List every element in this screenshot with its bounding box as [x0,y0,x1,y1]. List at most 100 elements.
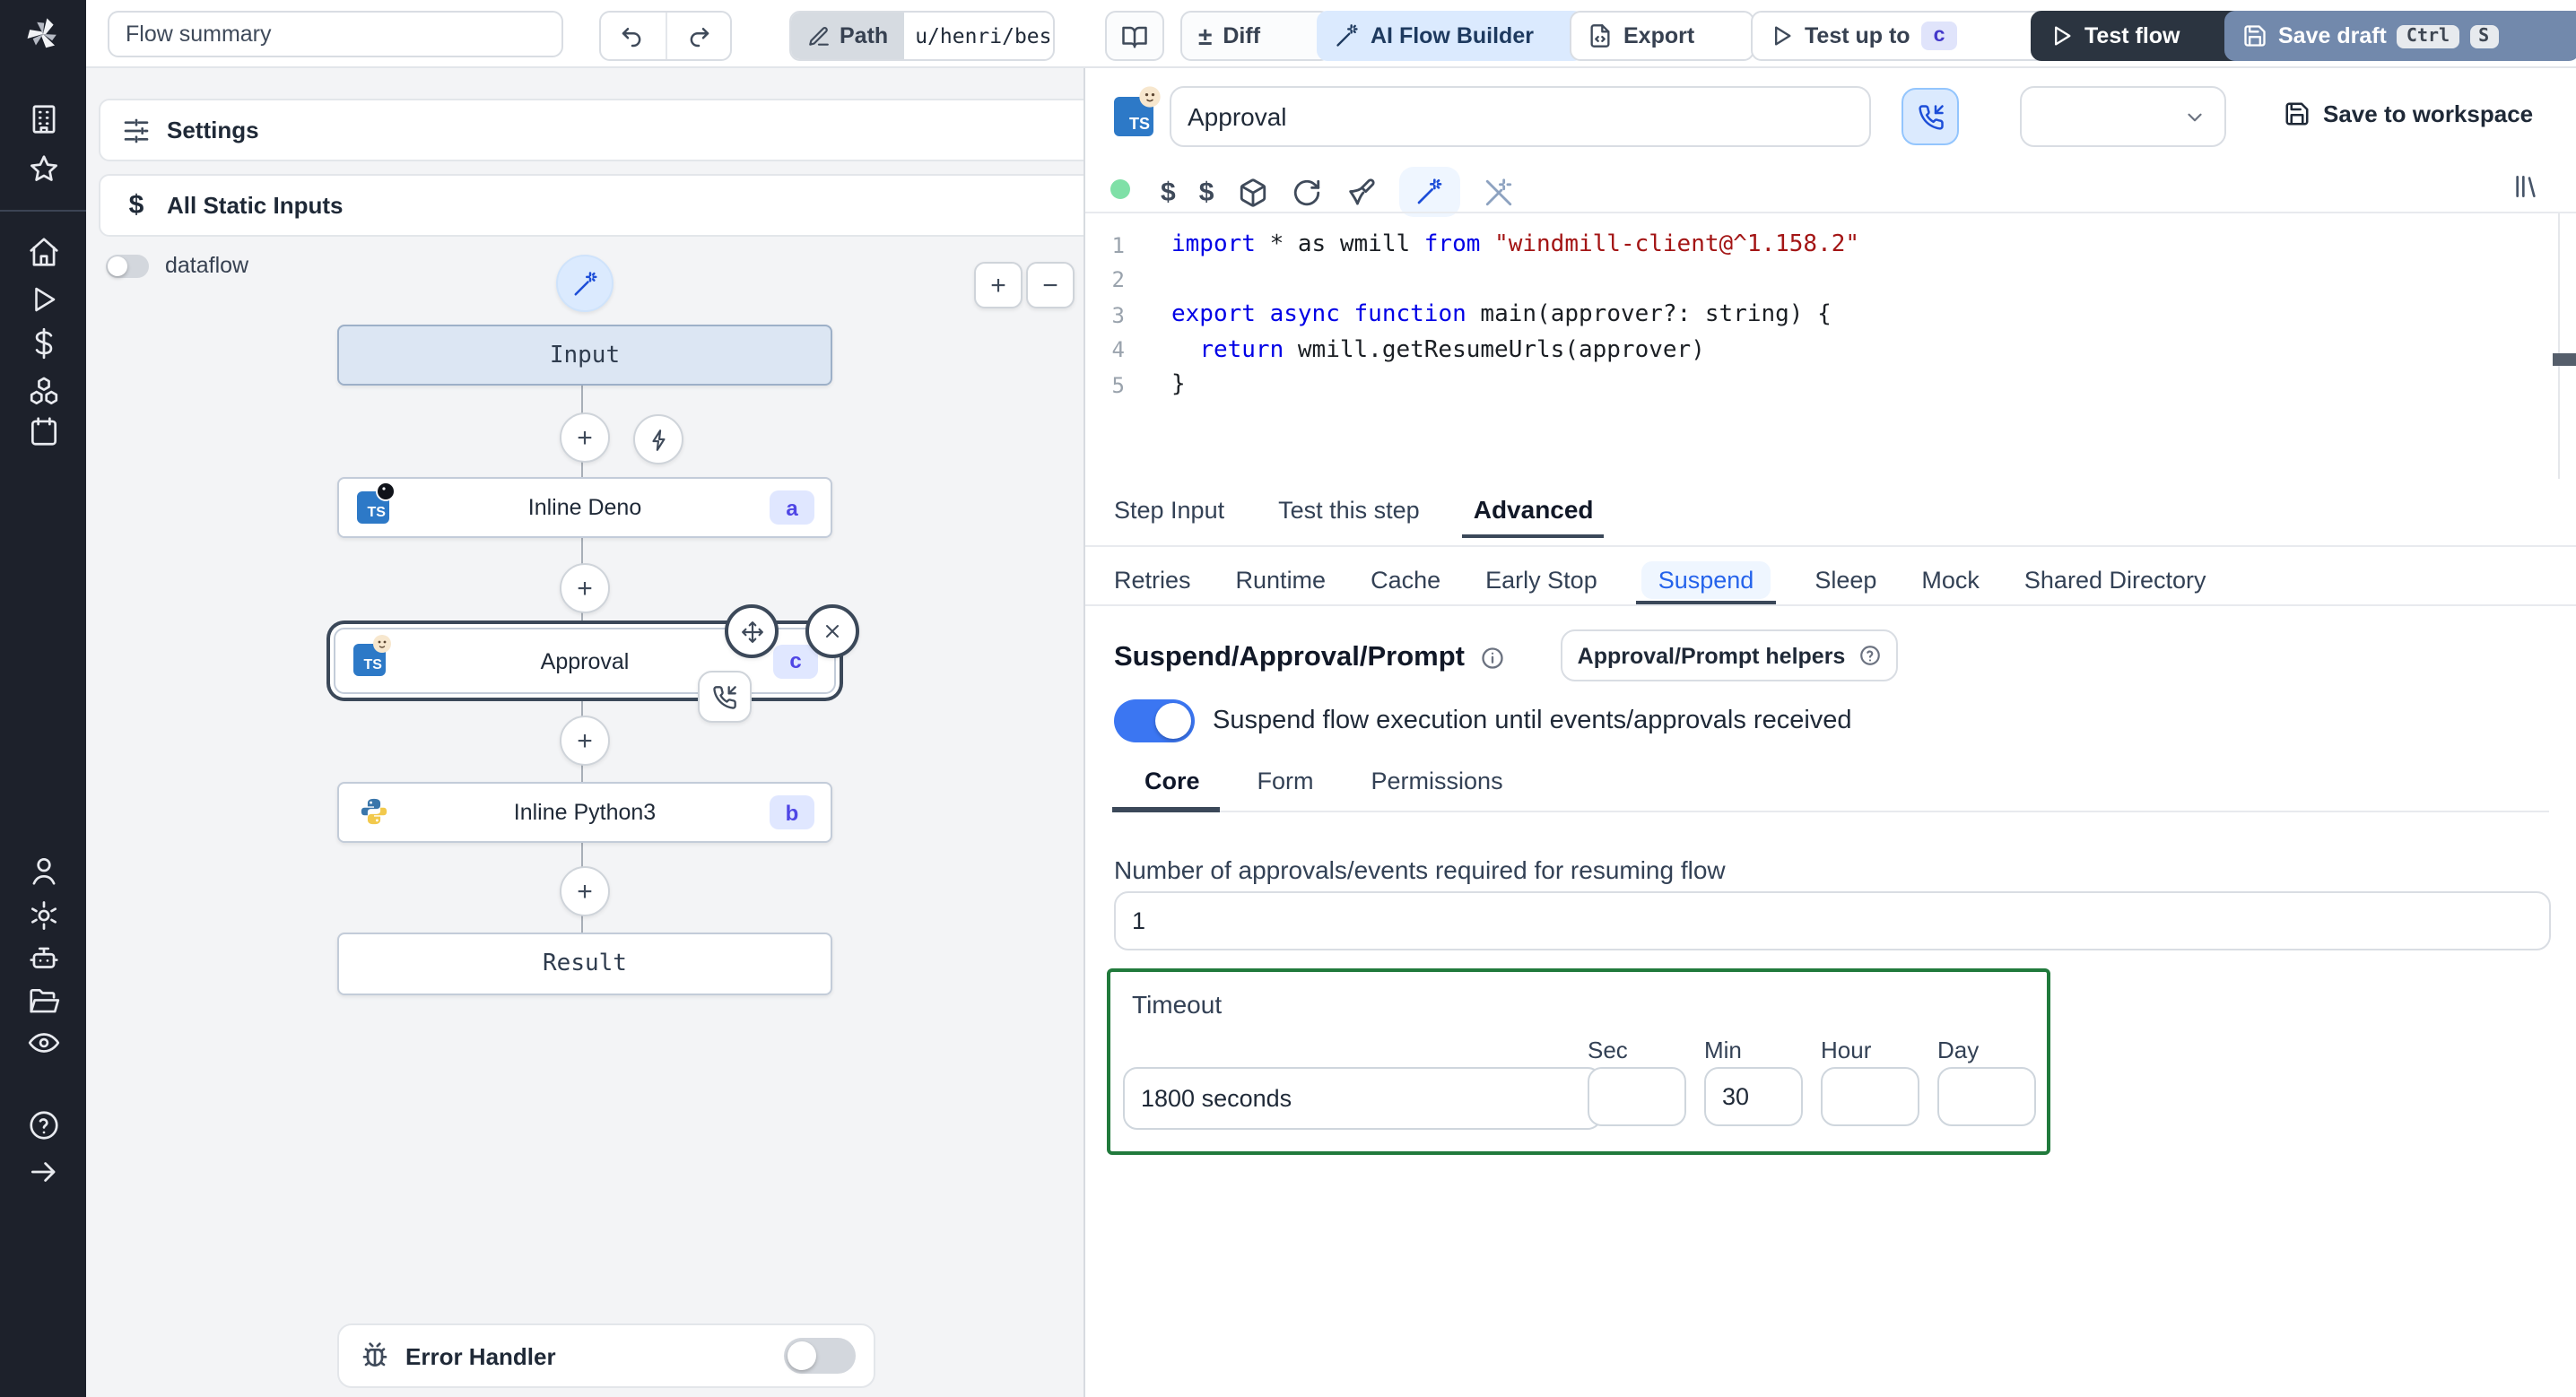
add-step-button-3[interactable]: + [560,716,610,766]
ai-disabled-wand-icon[interactable] [1483,177,1513,207]
path-button[interactable]: Path u/henri/bes [789,11,1055,61]
ai-flow-builder-button[interactable]: AI Flow Builder [1317,11,1584,61]
approval-phone-chip[interactable] [698,671,752,723]
dataflow-toggle[interactable] [106,255,149,278]
error-handler-row[interactable]: Error Handler [337,1323,875,1388]
suspend-tab-form[interactable]: Form [1258,768,1314,794]
timeout-hour-label: Hour [1821,1037,1872,1063]
editor-scrollbar-stub[interactable] [2553,353,2576,366]
reload-icon[interactable] [1291,177,1321,207]
variables-dollar-icon[interactable] [22,321,65,364]
advanced-subtabs: Retries Runtime Cache Early Stop Suspend Slee… [1114,556,2206,605]
timeout-day-input[interactable] [1937,1067,2036,1126]
add-step-button-2[interactable]: + [560,563,610,613]
code-line-1[interactable]: 1 import * as wmill from "windmill-client… [1085,228,2556,263]
format-brush-icon[interactable] [1345,177,1375,207]
workspace-icon[interactable] [22,97,65,140]
move-node-button[interactable] [725,604,779,658]
subtab-sleep[interactable]: Sleep [1815,566,1876,593]
runs-play-icon[interactable] [22,278,65,321]
wand-sparkles-icon [1417,178,1441,204]
expand-sidebar-arrow-icon[interactable] [22,1150,65,1193]
timeout-sec-label: Sec [1588,1037,1628,1063]
windmill-logo-icon[interactable] [22,13,65,56]
folders-icon[interactable] [22,979,65,1022]
add-step-button-1[interactable]: + [560,412,610,463]
approval-prompt-helpers-button[interactable]: Approval/Prompt helpers [1561,629,1898,681]
phone-incoming-icon [1918,104,1943,129]
suspend-inner-tabs: Core Form Permissions [1144,768,1503,794]
subtab-shared-directory[interactable]: Shared Directory [2024,566,2206,593]
subtab-early-stop[interactable]: Early Stop [1485,566,1597,593]
timeout-min-input[interactable] [1704,1067,1803,1126]
ai-assist-wand-button-active[interactable] [1398,167,1460,217]
suspend-face-icon [373,635,391,653]
delete-node-button[interactable] [805,604,859,658]
subtab-cache[interactable]: Cache [1371,566,1440,593]
tab-step-input[interactable]: Step Input [1114,496,1224,523]
library-icon[interactable] [2511,172,2540,201]
code-editor[interactable]: 1 import * as wmill from "windmill-client… [1085,228,2556,403]
timeout-min-label: Min [1704,1037,1742,1063]
test-up-to-button[interactable]: Test up to c [1751,11,2050,61]
home-icon[interactable] [22,230,65,273]
tab-advanced[interactable]: Advanced [1462,495,1605,538]
ai-step-wand-button[interactable] [556,255,614,312]
tab-test-this-step[interactable]: Test this step [1278,496,1420,523]
favorites-star-icon[interactable] [22,147,65,190]
error-handler-toggle[interactable] [784,1338,856,1374]
save-draft-button[interactable]: Save draft Ctrl S [2224,11,2576,61]
zoom-out-button[interactable]: − [1026,262,1075,308]
timeout-sec-input[interactable] [1588,1067,1686,1126]
flow-summary-input[interactable] [108,11,563,57]
approvals-count-input[interactable] [1114,891,2551,950]
resources-cubes-icon[interactable] [22,369,65,412]
docs-book-button[interactable] [1105,11,1164,61]
trigger-bolt-button[interactable] [633,414,683,464]
suspend-tab-permissions[interactable]: Permissions [1371,768,1503,794]
schedules-calendar-icon[interactable] [22,409,65,452]
info-icon[interactable] [1479,646,1504,671]
export-button[interactable]: Export [1570,11,1754,61]
help-icon[interactable] [22,1103,65,1146]
code-line-2[interactable]: 2 [1085,263,2556,298]
step-name-input[interactable] [1170,86,1871,147]
add-step-button-4[interactable]: + [560,866,610,916]
deploy-button-clipped[interactable] [2556,11,2576,57]
resource-picker-icon[interactable]: $ [1199,177,1214,207]
suspend-phone-button[interactable] [1902,88,1959,145]
undo-icon[interactable] [601,13,666,59]
code-line-5[interactable]: 5} [1085,368,2556,403]
code-line-4[interactable]: 4 return wmill.getResumeUrls(approver) [1085,333,2556,368]
sliders-icon [124,117,149,143]
users-icon[interactable] [22,848,65,891]
settings-gear-icon[interactable] [22,893,65,936]
path-label-segment: Path [791,13,905,59]
redo-icon[interactable] [666,13,730,59]
timeout-display-input[interactable] [1123,1067,1602,1130]
suspend-tab-core[interactable]: Core [1144,768,1200,794]
subtab-runtime[interactable]: Runtime [1236,566,1327,593]
flow-node-inline-python3[interactable]: Inline Python3 b [337,782,832,843]
flow-node-result[interactable]: Result [337,933,832,995]
test-flow-button[interactable]: Test flow [2031,11,2244,61]
timeout-hour-input[interactable] [1821,1067,1919,1126]
all-static-inputs-row[interactable]: $ All Static Inputs [99,174,1083,237]
workers-robot-icon[interactable] [22,936,65,979]
flow-settings-row[interactable]: Settings [99,99,1083,161]
variable-picker-icon[interactable]: $ [1161,177,1176,207]
code-line-3[interactable]: 3 export async function main(approver?: s… [1085,298,2556,333]
diff-button[interactable]: ± Diff [1180,11,1331,61]
subtab-mock[interactable]: Mock [1921,566,1980,593]
audit-eye-icon[interactable] [22,1020,65,1063]
package-icon[interactable] [1237,177,1267,207]
flow-node-input[interactable]: Input [337,325,832,386]
flow-node-inline-deno[interactable]: TS Inline Deno a [337,477,832,538]
save-to-workspace-button[interactable]: Save to workspace [2284,100,2533,127]
typescript-icon: TS [357,482,396,524]
subtab-suspend[interactable]: Suspend [1636,560,1776,605]
zoom-in-button[interactable]: + [974,262,1023,308]
suspend-enable-toggle[interactable] [1114,699,1195,742]
script-version-select[interactable] [2020,86,2226,147]
subtab-retries[interactable]: Retries [1114,566,1191,593]
